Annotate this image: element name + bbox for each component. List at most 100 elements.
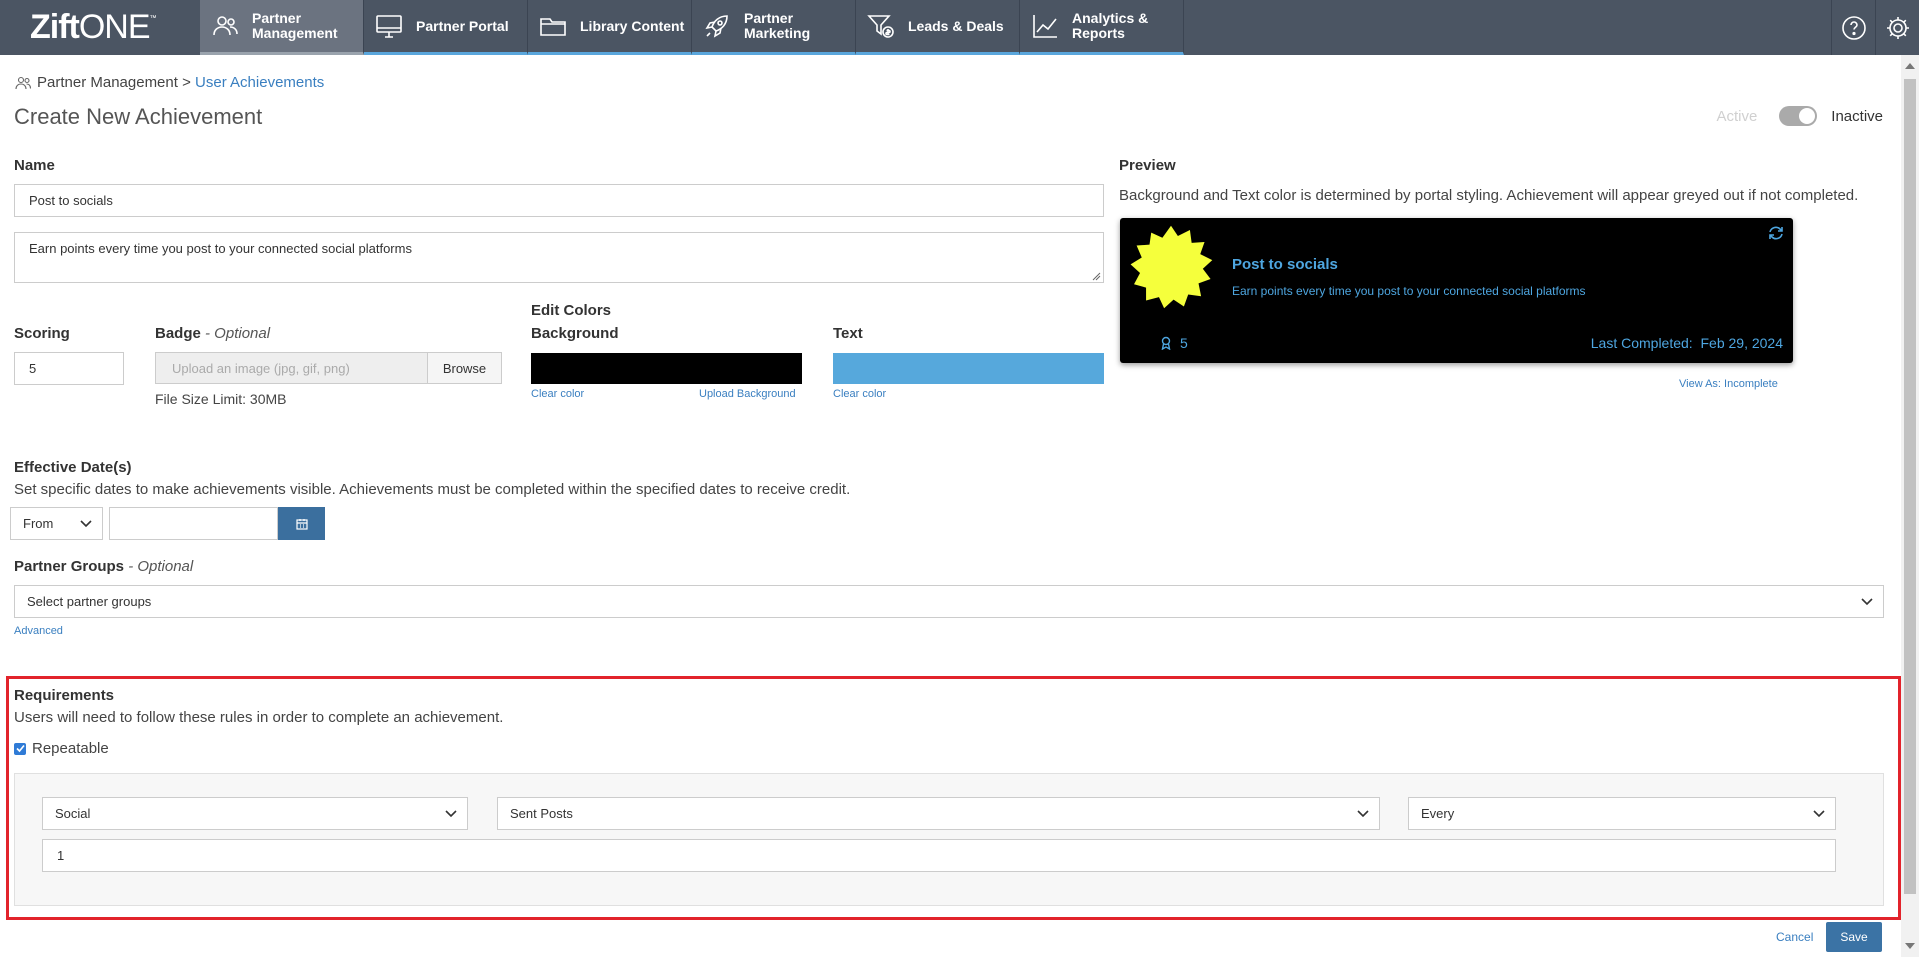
date-mode-value: From [23,516,54,531]
nav-tab-analytics-reports[interactable]: Analytics & Reports [1020,0,1184,55]
date-input[interactable] [109,507,278,540]
rule-frequency-select[interactable]: Every [1408,797,1836,830]
active-label: Active [1716,107,1758,125]
monitor-icon [376,15,402,38]
clear-background-color-link[interactable]: Clear color [531,388,584,400]
text-color-label: Text [833,325,863,342]
repeatable-row: Repeatable [14,740,109,757]
nav-tab-leads-deals[interactable]: Leads & Deals [856,0,1020,55]
date-mode-select[interactable]: From [10,507,103,540]
help-button[interactable] [1831,0,1875,55]
settings-button[interactable] [1875,0,1919,55]
rule-category-value: Social [55,806,91,821]
breadcrumb-separator: > [182,74,191,91]
page-title: Create New Achievement [14,104,263,129]
nav-tab-partner-portal[interactable]: Partner Portal [364,0,528,55]
chevron-down-icon [80,519,92,527]
name-input[interactable]: Post to socials [14,184,1104,217]
check-icon [15,744,25,753]
resize-handle-icon[interactable] [1092,272,1101,281]
edit-colors-label: Edit Colors [531,302,612,319]
file-size-limit: File Size Limit: 30MB [155,391,287,407]
line-chart-icon [1033,15,1057,38]
rule-frequency-value: Every [1421,806,1455,821]
help-icon [1841,15,1866,40]
partner-groups-label-text: Partner Groups [14,558,125,575]
clear-text-color-link[interactable]: Clear color [833,388,886,400]
text-color-swatch[interactable] [833,353,1104,384]
achievement-preview-card: Post to socials Earn points every time y… [1120,218,1793,363]
badge-upload-input[interactable]: Upload an image (jpg, gif, png) [155,352,428,384]
scroll-up-arrow[interactable] [1905,63,1915,69]
nav-tab-library-content[interactable]: Library Content [528,0,692,55]
background-color-label: Background [531,325,619,342]
gear-icon [1886,16,1909,39]
description-textarea[interactable]: Earn points every time you post to your … [14,232,1104,283]
users-icon [15,76,32,89]
requirements-label: Requirements [14,687,115,704]
badge-optional-text: - Optional [205,325,271,342]
chevron-down-icon [1357,809,1369,817]
rocket-icon [705,15,728,38]
save-button[interactable]: Save [1826,922,1882,952]
logo-trademark: ™ [149,15,157,22]
top-nav: Zift ONE ™ Partner Management Partner Port… [0,0,1919,55]
nav-tab-partner-management[interactable]: Partner Management [200,0,364,55]
rule-count-input[interactable]: 1 [42,839,1836,872]
refresh-icon[interactable] [1767,224,1785,242]
last-completed-label: Last Completed: [1590,335,1693,351]
preview-last-completed: Last Completed: Feb 29, 2024 [1591,335,1783,351]
scrollbar-thumb[interactable] [1904,79,1916,894]
cancel-button[interactable]: Cancel [1776,930,1813,944]
browse-button[interactable]: Browse [428,352,502,384]
nav-tab-partner-marketing[interactable]: Partner Marketing [692,0,856,55]
view-as-incomplete-link[interactable]: View As: Incomplete [1679,378,1778,390]
nav-tab-label: Library Content [580,17,685,34]
advanced-link[interactable]: Advanced [14,625,63,637]
scoring-label: Scoring [14,325,70,342]
preview-score-value: 5 [1180,335,1188,351]
funnel-dollar-icon [867,15,894,38]
zift-one-logo[interactable]: Zift ONE ™ [0,0,200,55]
breadcrumb-current[interactable]: User Achievements [195,74,324,91]
starburst-badge-icon [1130,225,1213,309]
preview-label: Preview [1119,157,1176,174]
active-status-switch: Active Inactive [1716,106,1883,126]
badge-upload: Upload an image (jpg, gif, png) Browse [155,352,502,384]
chevron-down-icon [445,809,457,817]
preview-score: 5 [1160,335,1188,351]
nav-tab-label: Partner Marketing [744,10,811,41]
preview-desc: Earn points every time you post to your … [1232,284,1586,298]
badge-label-text: Badge [155,325,201,342]
breadcrumb: Partner Management > User Achievements [14,74,324,91]
effective-dates-label: Effective Date(s) [14,459,132,476]
partner-groups-select[interactable]: Select partner groups [14,585,1884,618]
calendar-button[interactable] [278,507,325,540]
repeatable-checkbox[interactable] [14,742,26,755]
page-scrollbar[interactable] [1901,55,1919,957]
partner-groups-optional-text: - Optional [128,558,194,575]
users-icon [213,16,238,36]
rule-action-select[interactable]: Sent Posts [497,797,1380,830]
nav-tab-label: Leads & Deals [908,17,1004,34]
folder-icon [540,18,566,36]
logo-text-bold: Zift [30,8,80,46]
breadcrumb-parent[interactable]: Partner Management [37,74,178,91]
rule-category-select[interactable]: Social [42,797,468,830]
preview-title: Post to socials [1232,256,1338,273]
logo-text-thin: ONE [78,8,151,46]
calendar-icon [295,518,308,530]
badge-label: Badge - Optional [155,325,270,342]
upload-background-link[interactable]: Upload Background [699,388,796,400]
nav-tab-label: Partner Portal [416,17,509,34]
scroll-down-arrow[interactable] [1905,943,1915,949]
requirements-description: Users will need to follow these rules in… [14,709,504,726]
active-toggle[interactable] [1779,106,1818,126]
inactive-label: Inactive [1831,107,1883,125]
partner-groups-placeholder: Select partner groups [27,594,152,609]
scoring-input[interactable]: 5 [14,352,124,385]
award-icon [1161,336,1171,350]
preview-description: Background and Text color is determined … [1119,187,1859,204]
nav-tab-label: Analytics & Reports [1072,10,1149,41]
background-color-swatch[interactable] [531,353,802,384]
